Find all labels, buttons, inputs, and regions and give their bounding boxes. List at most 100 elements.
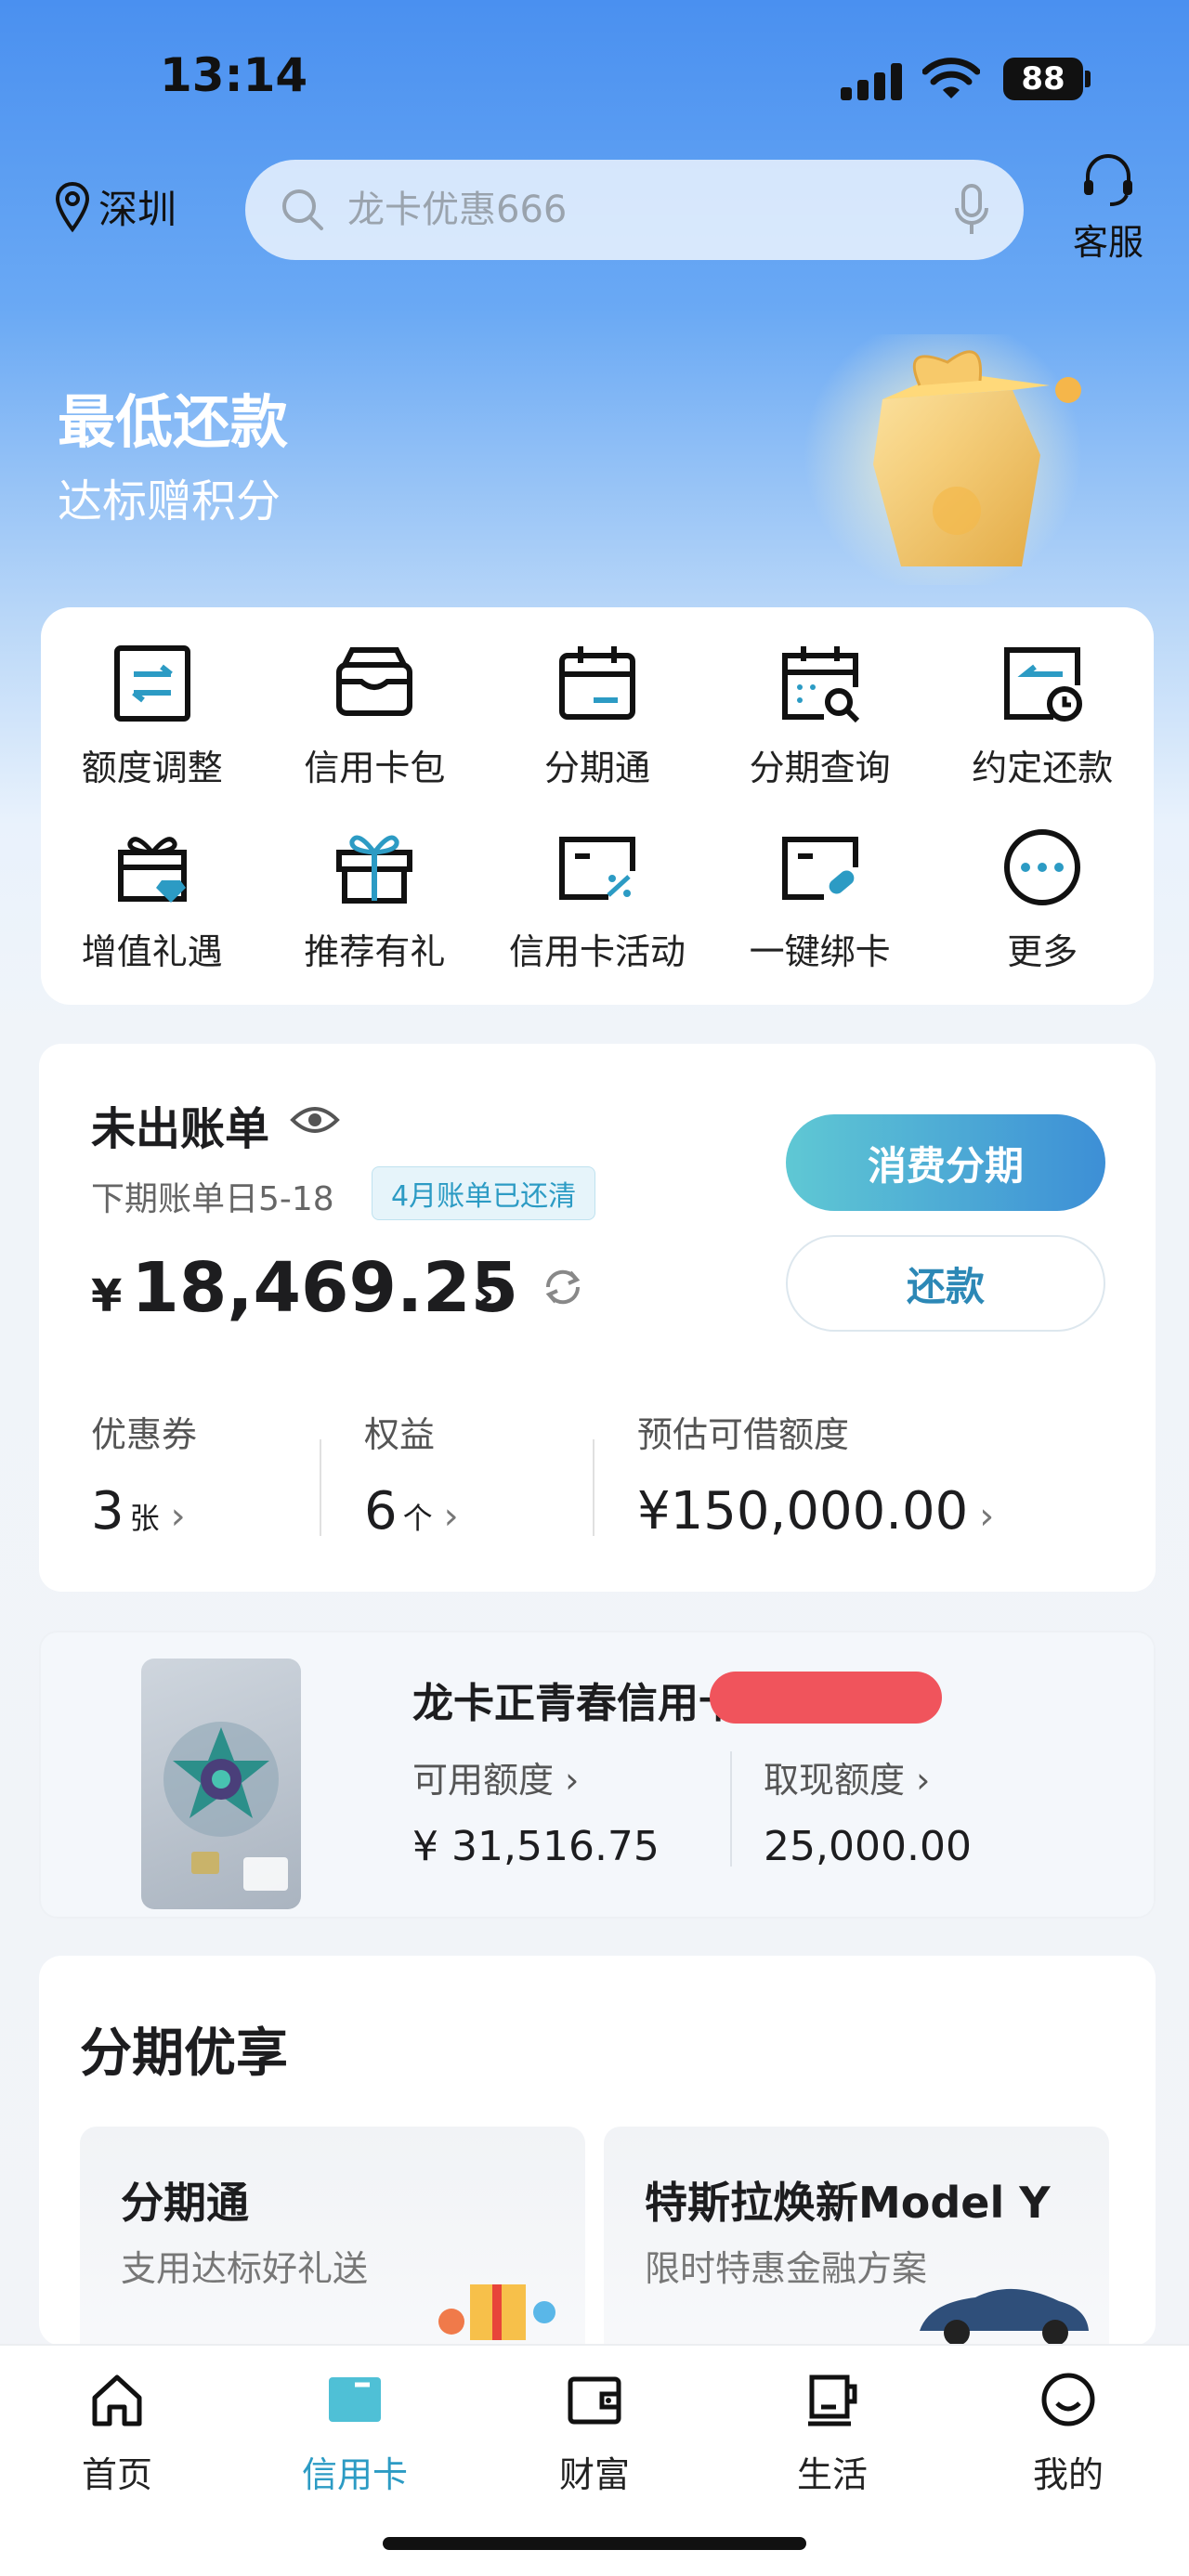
gift-icon [336, 835, 413, 904]
menu-item-card-wallet[interactable]: 信用卡包 [264, 622, 487, 806]
tab-label: 生活 [796, 2454, 868, 2495]
location-selector[interactable]: 深圳 [54, 178, 176, 235]
calendar-icon [558, 645, 635, 720]
customer-service-button[interactable]: 客服 [1066, 152, 1150, 265]
menu-item-value-added[interactable]: 增值礼遇 [41, 806, 264, 990]
gift-box-illustration [804, 334, 1082, 585]
refresh-icon[interactable] [542, 1267, 583, 1308]
menu-label: 一键绑卡 [749, 930, 891, 972]
menu-label: 更多 [1007, 930, 1078, 972]
tab-label: 财富 [558, 2454, 630, 2495]
section-title: 分期优享 [80, 2023, 288, 2084]
headset-icon [1084, 154, 1132, 206]
card-name: 龙卡正青春信用卡 [412, 1680, 739, 1727]
menu-label: 信用卡活动 [508, 930, 686, 972]
status-time: 13:14 [160, 48, 308, 102]
wallet-icon [568, 2376, 621, 2425]
chevron-right-icon: › [916, 1760, 931, 1801]
tab-label: 我的 [1032, 2454, 1104, 2495]
menu-item-bind-card[interactable]: 一键绑卡 [709, 806, 932, 990]
tab-mine[interactable]: 我的 [994, 2370, 1143, 2497]
chevron-right-icon[interactable]: › [474, 1265, 495, 1325]
menu-item-limit-adjust[interactable]: 额度调整 [41, 622, 264, 806]
installment-button[interactable]: 消费分期 [786, 1114, 1105, 1211]
menu-item-scheduled-repay[interactable]: 约定还款 [931, 622, 1154, 806]
chevron-right-icon: › [979, 1495, 995, 1538]
credit-card-summary[interactable]: 龙卡正青春信用卡 可用额度 › ¥ 31,516.75 取现额度 › 25,00… [39, 1631, 1156, 1919]
card-link-icon [781, 836, 858, 900]
tab-credit-card[interactable]: 信用卡 [281, 2370, 429, 2497]
chevron-right-icon: › [565, 1760, 580, 1801]
location-label: 深圳 [98, 187, 177, 232]
available-limit-label: 可用额度 [412, 1760, 555, 1801]
credit-card-image [141, 1659, 301, 1909]
coupon-stat[interactable]: 优惠券 3 张 › [91, 1406, 197, 1542]
divider [320, 1439, 321, 1536]
stat-label: 权益 [364, 1414, 436, 1455]
bill-status-badge: 4月账单已还清 [372, 1166, 596, 1220]
promo-banner[interactable]: 最低还款 达标赠积分 [0, 334, 1189, 613]
menu-item-installment-query[interactable]: 分期查询 [709, 622, 932, 806]
menu-label: 信用卡包 [304, 747, 446, 788]
redaction-mark [710, 1672, 942, 1724]
search-bar[interactable] [245, 160, 1024, 260]
customer-service-label: 客服 [1072, 222, 1143, 263]
available-limit[interactable]: 可用额度 › ¥ 31,516.75 [412, 1751, 660, 1870]
eye-icon[interactable] [290, 1103, 340, 1137]
stat-unit: 个 [402, 1501, 433, 1536]
gift-illustration [438, 2284, 555, 2340]
smiley-icon [1041, 2373, 1095, 2426]
banner-subtitle: 达标赠积分 [58, 475, 281, 527]
tab-label: 信用卡 [301, 2454, 408, 2495]
menu-label: 约定还款 [972, 747, 1114, 788]
menu-label: 额度调整 [81, 747, 223, 788]
stat-value: 6 [364, 1481, 398, 1542]
loan-limit-stat[interactable]: 预估可借额度 ¥150,000.00 › [637, 1406, 994, 1542]
limit-adjust-icon [113, 644, 190, 722]
divider [730, 1751, 732, 1867]
home-indicator [383, 2537, 806, 2550]
search-input[interactable] [347, 189, 905, 231]
bill-title: 未出账单 [91, 1103, 270, 1155]
microphone-icon[interactable] [953, 182, 990, 238]
banner-title: 最低还款 [58, 388, 289, 456]
stat-value: ¥150,000.00 [637, 1481, 969, 1542]
promo-card-installment[interactable]: 分期通 支用达标好礼送 [80, 2127, 585, 2346]
card-discount-icon [558, 836, 635, 900]
home-icon [92, 2374, 142, 2426]
gift-diamond-icon [117, 836, 187, 903]
scheduled-repay-icon [1004, 646, 1083, 722]
promo-card-subtitle: 限时特惠金融方案 [645, 2248, 928, 2289]
menu-item-card-activities[interactable]: 信用卡活动 [486, 806, 709, 990]
menu-label: 推荐有礼 [304, 930, 446, 972]
tab-home[interactable]: 首页 [43, 2370, 191, 2497]
stat-label: 预估可借额度 [637, 1414, 850, 1455]
more-icon [1004, 828, 1081, 905]
benefit-stat[interactable]: 权益 6 个 › [364, 1406, 459, 1542]
repay-button[interactable]: 还款 [786, 1235, 1105, 1332]
cup-icon [808, 2374, 857, 2426]
battery-indicator: 88 [1003, 58, 1083, 100]
chevron-right-icon: › [443, 1495, 459, 1538]
chevron-right-icon: › [170, 1495, 186, 1538]
tab-life[interactable]: 生活 [758, 2370, 907, 2497]
cash-limit[interactable]: 取现额度 › 25,000.00 [764, 1751, 972, 1870]
promo-card-tesla[interactable]: 特斯拉焕新Model Y 限时特惠金融方案 [604, 2127, 1109, 2346]
cash-limit-label: 取现额度 [764, 1760, 906, 1801]
signal-icon [841, 63, 902, 100]
unbilled-amount[interactable]: ¥18,469.25 [91, 1248, 518, 1328]
menu-item-installment[interactable]: 分期通 [486, 622, 709, 806]
menu-label: 分期通 [543, 747, 650, 788]
menu-item-more[interactable]: 更多 [931, 806, 1154, 990]
tab-label: 首页 [81, 2454, 152, 2495]
status-bar: 13:14 88 [0, 0, 1189, 139]
card-wallet-icon [336, 646, 413, 716]
amount-value: 18,469.25 [131, 1248, 519, 1328]
menu-item-referral[interactable]: 推荐有礼 [264, 806, 487, 990]
stat-label: 优惠券 [91, 1414, 198, 1455]
location-pin-icon [55, 181, 90, 232]
tab-wealth[interactable]: 财富 [520, 2370, 669, 2497]
menu-label: 分期查询 [749, 747, 891, 788]
quick-menu: 额度调整 信用卡包 分期通 分期查询 约定还款 增值礼遇 推荐有礼 信用卡活动 … [41, 607, 1154, 1005]
promo-card-title: 特斯拉焕新Model Y [645, 2178, 1051, 2228]
